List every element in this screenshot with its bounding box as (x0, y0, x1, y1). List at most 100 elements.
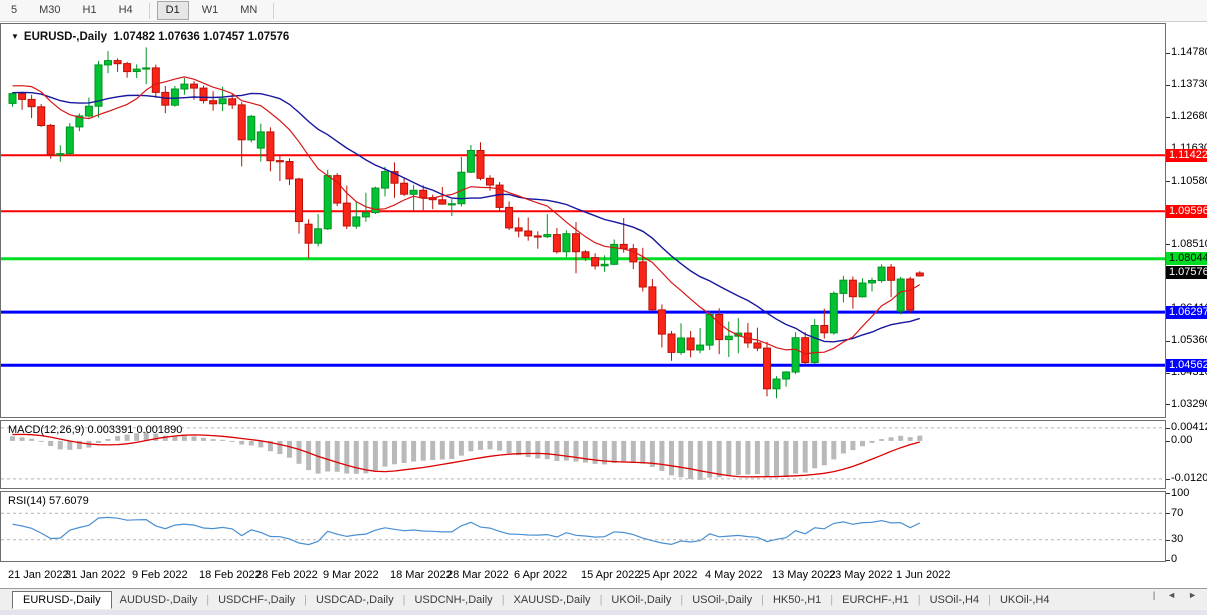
candle (66, 127, 73, 154)
candle (678, 338, 685, 352)
candle (85, 106, 92, 116)
macd-bar (363, 441, 368, 473)
candle (276, 161, 283, 162)
symbol-tab-audusd-daily[interactable]: AUDUSD-,Daily (112, 591, 206, 609)
timeframe-button-H1[interactable]: H1 (74, 1, 106, 20)
macd-main-value: 0.003391 (87, 424, 133, 436)
candle (19, 94, 26, 100)
tab-scroll-left-icon[interactable]: ◄ (1161, 590, 1182, 600)
candle (114, 61, 121, 64)
timeframe-button-5[interactable]: 5 (2, 1, 26, 20)
macd-bar (306, 441, 311, 470)
macd-bar (192, 436, 197, 441)
macd-bar (793, 441, 798, 474)
candle (324, 176, 331, 229)
candle (286, 162, 293, 179)
macd-bar (20, 437, 25, 441)
candle (697, 345, 704, 350)
macd-bar (440, 441, 445, 460)
macd-bar (239, 441, 244, 445)
macd-bar (287, 441, 292, 458)
symbol-tab-usoil-daily[interactable]: USOil-,Daily (684, 591, 760, 609)
macd-bar (803, 441, 808, 473)
macd-bar (421, 441, 426, 461)
candle (362, 213, 369, 217)
macd-bar (392, 441, 397, 464)
macd-bar (402, 441, 407, 463)
candle (544, 235, 551, 237)
candle (439, 200, 446, 204)
symbol-tab-eurusd-daily[interactable]: EURUSD-,Daily (12, 591, 112, 609)
macd-bar (574, 441, 579, 462)
main-chart-panel[interactable] (0, 23, 1166, 418)
candle (315, 229, 322, 243)
candle (716, 315, 723, 340)
candle (515, 228, 522, 231)
symbol-tab-usdcad-daily[interactable]: USDCAD-,Daily (308, 591, 402, 609)
date-axis-label: 1 Jun 2022 (896, 569, 950, 581)
macd-bar (449, 441, 454, 459)
macd-bar (545, 441, 550, 459)
macd-bar (249, 441, 254, 446)
macd-bar (67, 441, 72, 450)
timeframe-button-D1[interactable]: D1 (157, 1, 189, 20)
ma-slow-line (13, 92, 920, 341)
rsi-label: RSI(14) 57.6079 (8, 495, 89, 507)
symbol-tab-usdcnh-daily[interactable]: USDCNH-,Daily (406, 591, 500, 609)
candle (725, 336, 732, 339)
macd-tick-label: 0.00 (1171, 434, 1207, 447)
macd-bar (335, 441, 340, 472)
macd-tick-label: 0.004128 (1171, 421, 1207, 434)
candle (897, 279, 904, 311)
date-axis-label: 6 Apr 2022 (514, 569, 567, 581)
candle (916, 273, 923, 276)
candle (811, 326, 818, 363)
macd-bar (230, 441, 235, 442)
date-axis-label: 31 Jan 2022 (65, 569, 126, 581)
candle (181, 84, 188, 89)
price-tick-mark (1166, 373, 1170, 374)
macd-bar (354, 441, 359, 474)
candle (658, 310, 665, 334)
macd-bar (717, 441, 722, 477)
macd-bar (58, 441, 63, 450)
macd-bar (688, 441, 693, 479)
macd-tick-mark (1166, 441, 1170, 442)
candle (477, 151, 484, 179)
price-tick-mark (1166, 85, 1170, 86)
symbol-tab-eurchf-h1[interactable]: EURCHF-,H1 (834, 591, 917, 609)
rsi-panel[interactable] (0, 491, 1166, 562)
candle (401, 183, 408, 194)
price-level-label: 1.11422 (1166, 149, 1207, 162)
rsi-tick-label: 100 (1171, 487, 1207, 500)
rsi-tick-mark (1166, 493, 1170, 494)
macd-bar (488, 441, 493, 449)
price-tick-label: 1.05360 (1171, 334, 1207, 347)
timeframe-button-M30[interactable]: M30 (30, 1, 69, 20)
macd-bar (908, 437, 913, 441)
price-tick-label: 1.14780 (1171, 46, 1207, 59)
date-axis-label: 25 Apr 2022 (638, 569, 697, 581)
symbol-tab-ukoil-h4[interactable]: UKOil-,H4 (992, 591, 1058, 609)
macd-bar (679, 441, 684, 477)
symbol-tab-usdchf-daily[interactable]: USDCHF-,Daily (210, 591, 303, 609)
price-tick-label: 1.10580 (1171, 175, 1207, 188)
macd-bar (468, 441, 473, 451)
symbol-tab-xauusd-daily[interactable]: XAUUSD-,Daily (506, 591, 599, 609)
candle (601, 264, 608, 266)
timeframe-button-MN[interactable]: MN (231, 1, 266, 20)
macd-bar (526, 441, 531, 457)
candle (238, 105, 245, 140)
date-axis-label: 18 Feb 2022 (199, 569, 261, 581)
chevron-down-icon[interactable]: ▼ (11, 32, 19, 41)
symbol-tab-ukoil-daily[interactable]: UKOil-,Daily (603, 591, 679, 609)
price-tick-mark (1166, 117, 1170, 118)
price-tick-mark (1166, 404, 1170, 405)
timeframe-button-W1[interactable]: W1 (193, 1, 228, 20)
timeframe-toolbar: 5M30 H1H4 D1W1MN (0, 0, 1207, 22)
timeframe-button-H4[interactable]: H4 (110, 1, 142, 20)
symbol-tab-usoil-h4[interactable]: USOil-,H4 (922, 591, 988, 609)
symbol-tab-hk50-h1[interactable]: HK50-,H1 (765, 591, 829, 609)
candle (343, 203, 350, 226)
tab-scroll-right-icon[interactable]: ► (1182, 590, 1203, 600)
